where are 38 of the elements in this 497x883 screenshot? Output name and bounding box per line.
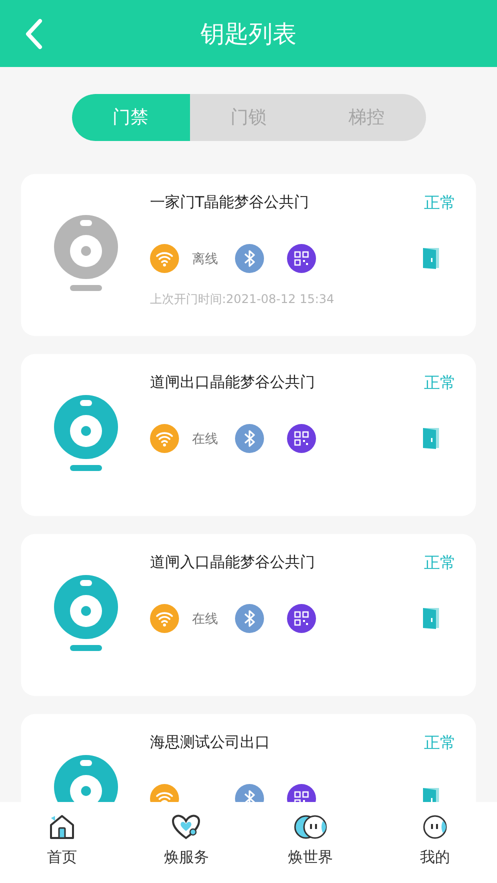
device-name: 一家门T晶能梦谷公共门 xyxy=(150,192,310,213)
connection-status: 离线 xyxy=(192,252,218,267)
device-card[interactable]: 道闸入口晶能梦谷公共门 正常 在线 xyxy=(21,534,476,696)
device-card[interactable]: 一家门T晶能梦谷公共门 正常 离线 上次开门时间:2021-08-12 15:34 xyxy=(21,174,476,336)
device-card[interactable]: 道闸出口晶能梦谷公共门 正常 在线 xyxy=(21,354,476,516)
door-icon xyxy=(421,426,441,450)
house-icon xyxy=(48,814,76,840)
device-state: 正常 xyxy=(424,732,456,754)
faces-icon xyxy=(292,814,329,840)
last-opened-time: 上次开门时间:2021-08-12 15:34 xyxy=(150,291,336,308)
wifi-icon xyxy=(150,244,179,272)
qr-code-icon xyxy=(287,604,316,632)
device-state: 正常 xyxy=(424,552,456,574)
wifi-icon xyxy=(150,604,179,632)
connection-status: 在线 xyxy=(192,612,218,627)
back-icon xyxy=(24,18,44,50)
qr-code-icon xyxy=(287,244,316,272)
nav-item[interactable]: 我的 xyxy=(372,802,497,883)
bluetooth-icon xyxy=(235,244,264,272)
nav-item[interactable]: 首页 xyxy=(0,802,124,883)
connection-status: 在线 xyxy=(192,432,218,447)
wifi-icon xyxy=(150,424,179,452)
nav-item[interactable]: 焕世界 xyxy=(248,802,373,883)
door-icon xyxy=(421,246,441,270)
device-name: 道闸出口晶能梦谷公共门 xyxy=(150,372,315,393)
device-state: 正常 xyxy=(424,372,456,394)
page-title: 钥匙列表 xyxy=(200,18,296,50)
door-icon xyxy=(421,606,441,630)
bluetooth-icon xyxy=(235,424,264,452)
nav-item[interactable]: 焕服务 xyxy=(124,802,248,883)
face-icon xyxy=(420,814,449,840)
device-name: 道闸入口晶能梦谷公共门 xyxy=(150,552,315,573)
device-card[interactable]: 海思测试公司出口 正常 xyxy=(21,714,476,802)
qr-code-icon xyxy=(287,424,316,452)
device-state: 正常 xyxy=(424,192,456,214)
device-name: 海思测试公司出口 xyxy=(150,732,270,753)
heart-icon xyxy=(171,814,202,840)
bluetooth-icon xyxy=(235,604,264,632)
